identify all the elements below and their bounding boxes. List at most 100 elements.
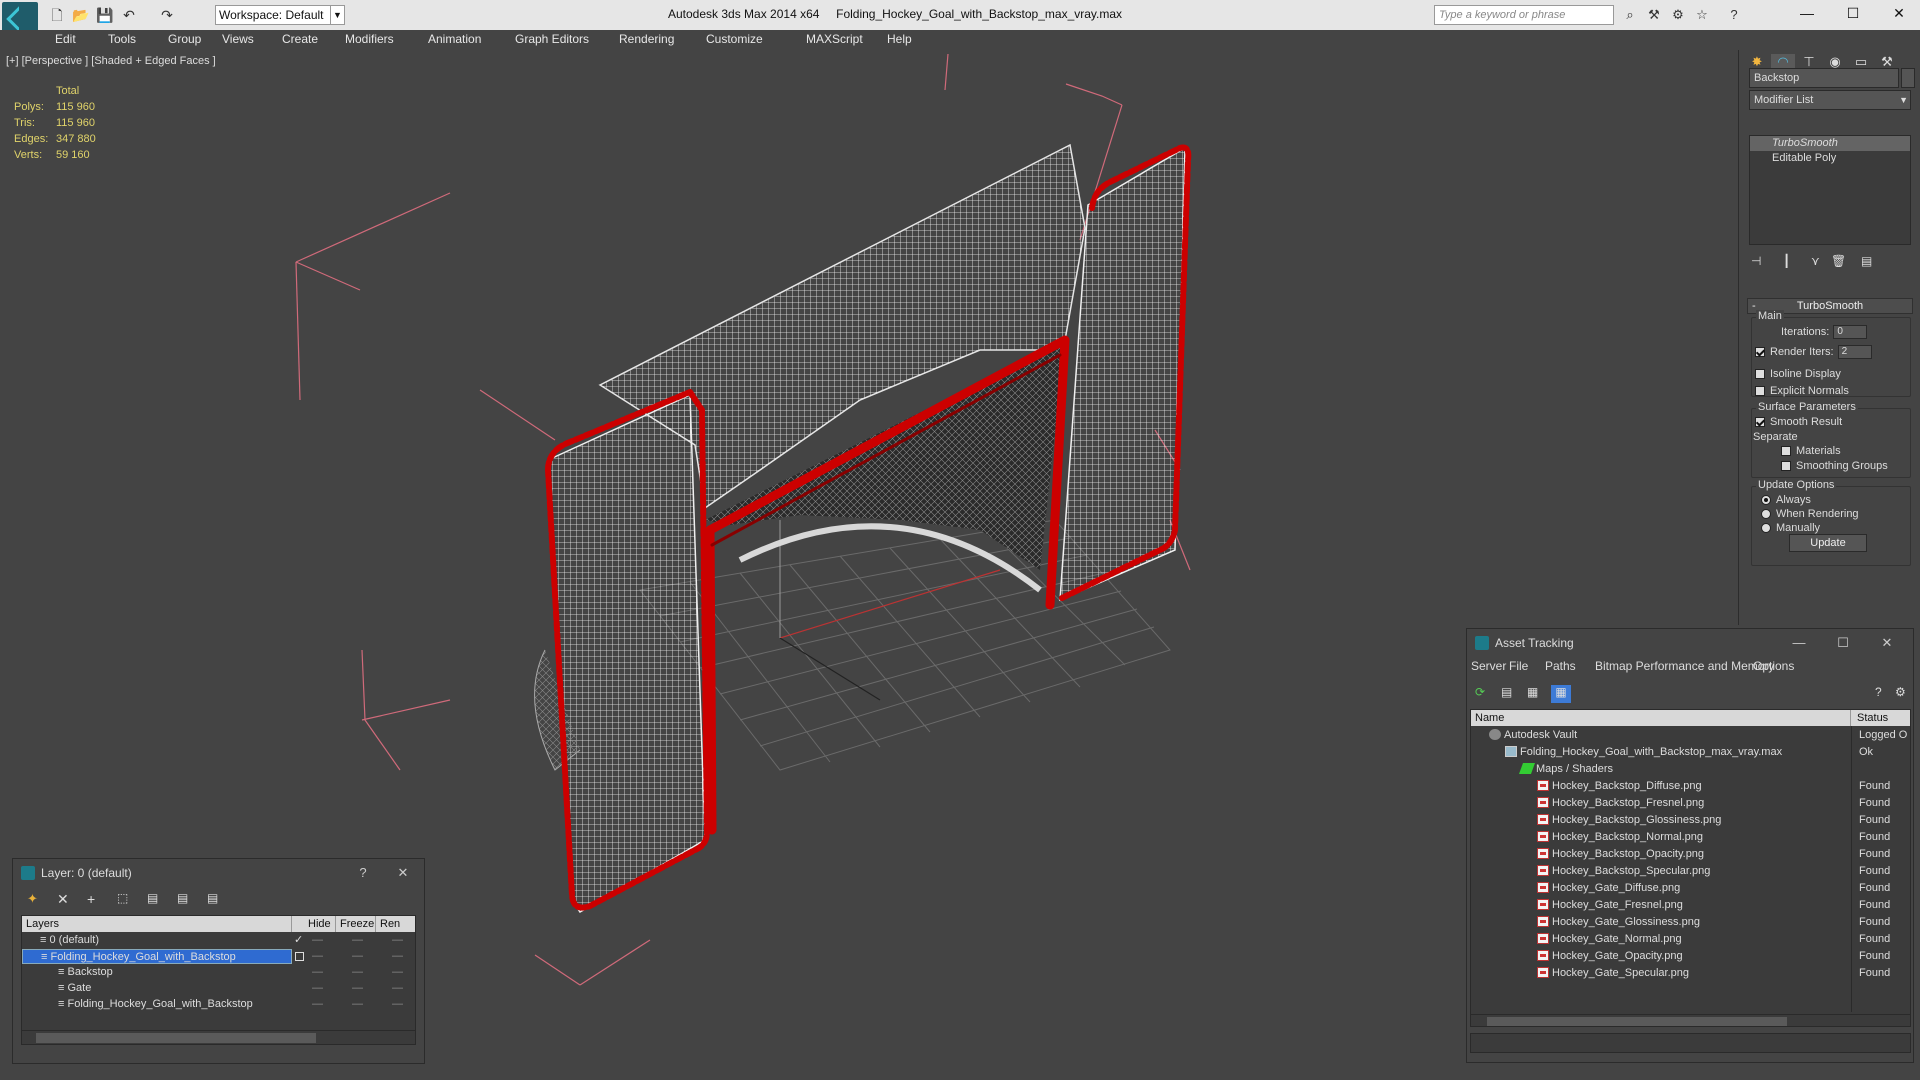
minimize-button[interactable]: —: [1792, 3, 1822, 23]
layer-name-cell[interactable]: ≡ 0 (default): [22, 933, 292, 948]
explicit-normals-checkbox[interactable]: [1755, 386, 1765, 397]
asset-row[interactable]: Hockey_Backstop_Diffuse.png Found: [1471, 779, 1910, 794]
asset-menu-file[interactable]: File: [1509, 659, 1528, 673]
hide-toggle[interactable]: —: [312, 949, 323, 964]
close-icon[interactable]: ✕: [1877, 633, 1897, 653]
table-view-icon[interactable]: ▦: [1551, 685, 1571, 703]
select-objects-icon[interactable]: ⬚: [117, 891, 128, 905]
asset-row[interactable]: Hockey_Backstop_Specular.png Found: [1471, 864, 1910, 879]
col-hide[interactable]: Hide: [304, 916, 336, 932]
menu-group[interactable]: Group: [168, 32, 201, 46]
help-icon[interactable]: ?: [353, 863, 373, 883]
update-button[interactable]: Update: [1789, 534, 1867, 552]
smooth-result-checkbox[interactable]: [1755, 417, 1765, 428]
layer-row[interactable]: ≡ Folding_Hockey_Goal_with_Backstop — — —: [22, 997, 415, 1012]
menu-help[interactable]: Help: [887, 32, 912, 46]
scroll-thumb[interactable]: [1487, 1017, 1787, 1026]
stack-item-turbosmooth[interactable]: TurboSmooth: [1750, 136, 1910, 151]
hide-all-icon[interactable]: ▤: [177, 891, 188, 905]
menu-maxscript[interactable]: MAXScript: [806, 32, 863, 46]
close-icon[interactable]: ✕: [393, 863, 413, 883]
render-toggle[interactable]: —: [392, 981, 403, 996]
active-layer-check-icon[interactable]: ✓: [294, 933, 303, 948]
when-rendering-radio[interactable]: [1761, 509, 1771, 520]
asset-menu-server[interactable]: Server: [1471, 659, 1506, 673]
asset-row[interactable]: Maps / Shaders: [1471, 762, 1910, 777]
new-layer-icon[interactable]: ✦: [27, 891, 38, 907]
stack-item-editable-poly[interactable]: Editable Poly: [1750, 151, 1910, 166]
star-icon[interactable]: ☆: [1694, 7, 1710, 23]
layer-name-cell[interactable]: ≡ Gate: [22, 981, 292, 996]
manually-radio[interactable]: [1761, 523, 1771, 534]
menu-modifiers[interactable]: Modifiers: [345, 32, 394, 46]
redo-icon[interactable]: ↷: [158, 6, 176, 24]
menu-tools[interactable]: Tools: [108, 32, 136, 46]
set-current-layer-icon[interactable]: [295, 952, 304, 961]
freeze-toggle[interactable]: —: [352, 981, 363, 996]
modifier-stack[interactable]: TurboSmooth Editable Poly: [1749, 135, 1911, 245]
freeze-toggle[interactable]: —: [352, 965, 363, 980]
undo-icon[interactable]: ↶: [120, 6, 138, 24]
minimize-icon[interactable]: —: [1789, 633, 1809, 653]
hide-toggle[interactable]: —: [312, 997, 323, 1012]
layer-name-cell[interactable]: ≡ Folding_Hockey_Goal_with_Backstop: [22, 949, 292, 964]
remove-modifier-icon[interactable]: 🗑: [1831, 254, 1846, 268]
workspace-dropdown[interactable]: Workspace: Default ▼: [215, 5, 345, 25]
render-toggle[interactable]: —: [392, 965, 403, 980]
search-input[interactable]: Type a keyword or phrase: [1434, 5, 1614, 25]
binoculars-icon[interactable]: ⌕: [1622, 7, 1638, 23]
hide-toggle[interactable]: —: [312, 981, 323, 996]
hide-toggle[interactable]: —: [312, 965, 323, 980]
layer-row[interactable]: ≡ 0 (default) ✓ — — —: [22, 933, 415, 948]
add-to-layer-icon[interactable]: +: [87, 891, 95, 907]
menu-animation[interactable]: Animation: [428, 32, 481, 46]
object-color-swatch[interactable]: [1901, 68, 1915, 88]
maximize-icon[interactable]: ☐: [1833, 633, 1853, 653]
freeze-toggle[interactable]: —: [352, 997, 363, 1012]
make-unique-icon[interactable]: ⋎: [1811, 254, 1820, 268]
show-end-result-icon[interactable]: ┃: [1783, 254, 1790, 268]
close-button[interactable]: ✕: [1884, 3, 1914, 23]
highlight-layer-icon[interactable]: ▤: [147, 891, 158, 905]
layer-hscroll[interactable]: [22, 1030, 415, 1044]
layer-row[interactable]: ≡ Folding_Hockey_Goal_with_Backstop — — —: [22, 949, 415, 964]
render-toggle[interactable]: —: [392, 933, 403, 948]
asset-row[interactable]: Hockey_Backstop_Glossiness.png Found: [1471, 813, 1910, 828]
menu-views[interactable]: Views: [222, 32, 254, 46]
menu-graph-editors[interactable]: Graph Editors: [515, 32, 589, 46]
modifier-list-dropdown[interactable]: Modifier List ▼: [1749, 90, 1911, 110]
layer-name-cell[interactable]: ≡ Backstop: [22, 965, 292, 980]
render-iters-spinner[interactable]: 2: [1837, 345, 1872, 359]
freeze-toggle[interactable]: —: [352, 949, 363, 964]
asset-row[interactable]: Hockey_Gate_Opacity.png Found: [1471, 949, 1910, 964]
freeze-toggle[interactable]: —: [352, 933, 363, 948]
pin-stack-icon[interactable]: ⊣: [1751, 254, 1761, 268]
isoline-checkbox[interactable]: [1755, 369, 1765, 380]
list-view-icon[interactable]: ▤: [1501, 685, 1512, 699]
object-name-field[interactable]: Backstop: [1749, 68, 1899, 88]
col-render[interactable]: Ren: [376, 916, 415, 932]
refresh-icon[interactable]: ⟳: [1475, 685, 1485, 699]
save-icon[interactable]: 💾: [96, 6, 114, 24]
menu-rendering[interactable]: Rendering: [619, 32, 674, 46]
render-toggle[interactable]: —: [392, 949, 403, 964]
help-icon[interactable]: ?: [1726, 7, 1742, 23]
maximize-button[interactable]: ☐: [1838, 3, 1868, 23]
menu-customize[interactable]: Customize: [706, 32, 763, 46]
open-file-icon[interactable]: 📂: [72, 6, 90, 24]
asset-row[interactable]: Autodesk Vault Logged O: [1471, 728, 1910, 743]
asset-menu-paths[interactable]: Paths: [1545, 659, 1576, 673]
col-freeze[interactable]: Freeze: [336, 916, 376, 932]
asset-row[interactable]: Folding_Hockey_Goal_with_Backstop_max_vr…: [1471, 745, 1910, 760]
asset-hscroll[interactable]: [1471, 1014, 1910, 1026]
tools-icon[interactable]: ⚒: [1646, 7, 1662, 23]
asset-row[interactable]: Hockey_Backstop_Normal.png Found: [1471, 830, 1910, 845]
menu-edit[interactable]: Edit: [55, 32, 76, 46]
asset-menu-options[interactable]: Options: [1753, 659, 1794, 673]
col-status[interactable]: Status: [1853, 710, 1910, 726]
scroll-thumb[interactable]: [36, 1033, 316, 1043]
asset-row[interactable]: Hockey_Gate_Diffuse.png Found: [1471, 881, 1910, 896]
menu-create[interactable]: Create: [282, 32, 318, 46]
smoothing-groups-checkbox[interactable]: [1781, 461, 1791, 472]
layer-row[interactable]: ≡ Backstop — — —: [22, 965, 415, 980]
